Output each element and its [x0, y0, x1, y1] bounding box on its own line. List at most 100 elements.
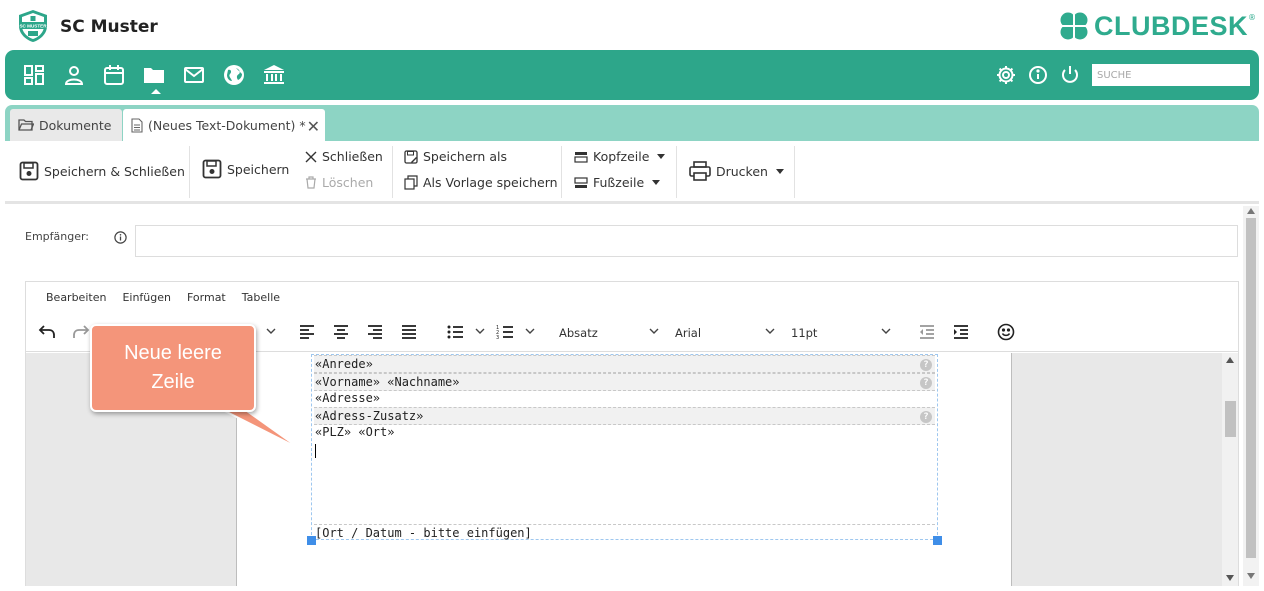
footer-line-dropdown[interactable]: Fußzeile [574, 175, 661, 190]
bank-icon[interactable] [262, 63, 286, 87]
undo-icon[interactable] [38, 323, 56, 341]
editor-menubar: Bearbeiten Einfügen Format Tabelle [26, 282, 1238, 312]
resize-handle[interactable] [933, 536, 942, 545]
search-input[interactable] [1092, 64, 1250, 86]
align-left-icon[interactable] [298, 323, 316, 341]
chevron-down-icon [652, 180, 661, 185]
chevron-down-icon[interactable] [265, 324, 277, 338]
tab-new-text-document[interactable]: (Neues Text-Dokument) * ✕ [123, 109, 325, 141]
block-format-select[interactable]: Absatz [559, 326, 598, 340]
chevron-down-icon[interactable] [648, 324, 660, 338]
address-block[interactable]: «Anrede»? «Vorname» «Nachname»? «Adresse… [311, 354, 938, 540]
folder-open-icon [18, 119, 34, 131]
outdent-icon[interactable] [918, 323, 936, 341]
floppy-icon [202, 159, 222, 179]
chevron-down-icon[interactable] [524, 324, 536, 338]
save-template-label: Als Vorlage speichern [423, 175, 558, 190]
align-center-icon[interactable] [332, 323, 350, 341]
calendar-icon[interactable] [102, 63, 126, 87]
menu-edit[interactable]: Bearbeiten [46, 291, 106, 304]
chevron-down-icon[interactable] [880, 324, 892, 338]
field-address[interactable]: «Adresse» [314, 390, 935, 408]
folder-icon[interactable] [142, 63, 166, 87]
field-address-extra[interactable]: «Adress-Zusatz»? [314, 407, 935, 425]
chevron-down-icon [775, 168, 784, 174]
field-zip-city[interactable]: «PLZ» «Ort» [314, 424, 935, 442]
x-icon [305, 151, 317, 162]
print-label: Drucken [716, 163, 768, 179]
close-button[interactable]: Schließen [305, 149, 383, 164]
dashboard-icon[interactable] [22, 63, 46, 87]
footer-icon [574, 176, 588, 188]
menu-insert[interactable]: Einfügen [122, 291, 171, 304]
resize-handle[interactable] [307, 536, 316, 545]
scrollbar-thumb[interactable] [1246, 218, 1256, 558]
scroll-down-icon[interactable] [1226, 575, 1234, 581]
field-name[interactable]: «Vorname» «Nachname»? [314, 373, 935, 391]
bullet-list-icon[interactable] [446, 323, 464, 341]
toolbar-divider [561, 146, 562, 198]
globe-icon[interactable] [222, 63, 246, 87]
club-logo[interactable]: SC MUSTER [16, 9, 50, 43]
emoji-icon[interactable] [997, 323, 1015, 341]
question-icon[interactable]: ? [920, 411, 932, 423]
save-close-label: Speichern & Schließen [44, 163, 185, 179]
save-as-template-button[interactable]: Als Vorlage speichern [404, 175, 558, 190]
scroll-down-icon[interactable] [1247, 573, 1255, 579]
font-size-select[interactable]: 11pt [791, 326, 817, 340]
menu-format[interactable]: Format [187, 291, 226, 304]
copy-icon [404, 175, 418, 190]
scroll-up-icon[interactable] [1247, 208, 1255, 214]
tab-dokumente[interactable]: Dokumente [10, 109, 122, 141]
justify-icon[interactable] [400, 323, 418, 341]
info-icon[interactable] [1026, 63, 1050, 87]
question-icon[interactable]: ? [920, 359, 932, 371]
save-as-label: Speichern als [423, 149, 507, 164]
field-salutation[interactable]: «Anrede»? [314, 355, 935, 373]
redo-icon[interactable] [72, 323, 90, 341]
header-line-dropdown[interactable]: Kopfzeile [574, 149, 666, 164]
editor-scrollbar[interactable] [1222, 353, 1238, 586]
person-icon[interactable] [62, 63, 86, 87]
trash-icon [306, 176, 316, 189]
clubdesk-logo: CLUBDESK ® [1058, 9, 1256, 43]
chevron-down-icon[interactable] [764, 324, 776, 338]
close-tab-icon[interactable]: ✕ [307, 117, 320, 136]
info-icon[interactable] [114, 229, 127, 244]
recipient-label: Empfänger: [25, 230, 90, 243]
align-right-icon[interactable] [366, 323, 384, 341]
club-name: SC Muster [60, 17, 158, 37]
tab-strip: Dokumente (Neues Text-Dokument) * ✕ [5, 105, 1259, 141]
document-page[interactable]: «Anrede»? «Vorname» «Nachname»? «Adresse… [236, 353, 1012, 586]
scrollbar-thumb[interactable] [1225, 401, 1236, 437]
delete-label: Löschen [322, 175, 374, 190]
delete-button[interactable]: Löschen [305, 175, 373, 190]
power-icon[interactable] [1058, 63, 1082, 87]
scroll-up-icon[interactable] [1226, 357, 1234, 363]
recipient-input[interactable] [135, 225, 1238, 257]
header-line-label: Kopfzeile [593, 149, 650, 164]
chevron-down-icon[interactable] [474, 324, 486, 338]
toolbar-divider [189, 146, 190, 198]
save-as-button[interactable]: Speichern als [404, 149, 507, 164]
gear-icon[interactable] [994, 63, 1018, 87]
toolbar-divider [676, 146, 677, 198]
print-dropdown[interactable]: Drucken [689, 161, 784, 181]
numbered-list-icon[interactable]: 123 [496, 323, 514, 341]
page-scrollbar[interactable] [1243, 206, 1259, 586]
indent-icon[interactable] [952, 323, 970, 341]
mail-icon[interactable] [182, 63, 206, 87]
menu-table[interactable]: Tabelle [242, 291, 280, 304]
save-button[interactable]: Speichern [202, 159, 289, 179]
clover-icon [1060, 12, 1088, 40]
header-icon [574, 151, 588, 163]
save-as-icon [404, 149, 418, 164]
save-close-button[interactable]: Speichern & Schließen [19, 161, 185, 181]
active-nav-indicator [151, 89, 161, 94]
question-icon[interactable]: ? [920, 377, 932, 389]
toolbar-divider [794, 146, 795, 198]
font-family-select[interactable]: Arial [675, 326, 701, 340]
field-place-date[interactable]: [Ort / Datum - bitte einfügen] [314, 524, 935, 540]
printer-icon [689, 161, 711, 181]
floppy-icon [19, 161, 39, 181]
